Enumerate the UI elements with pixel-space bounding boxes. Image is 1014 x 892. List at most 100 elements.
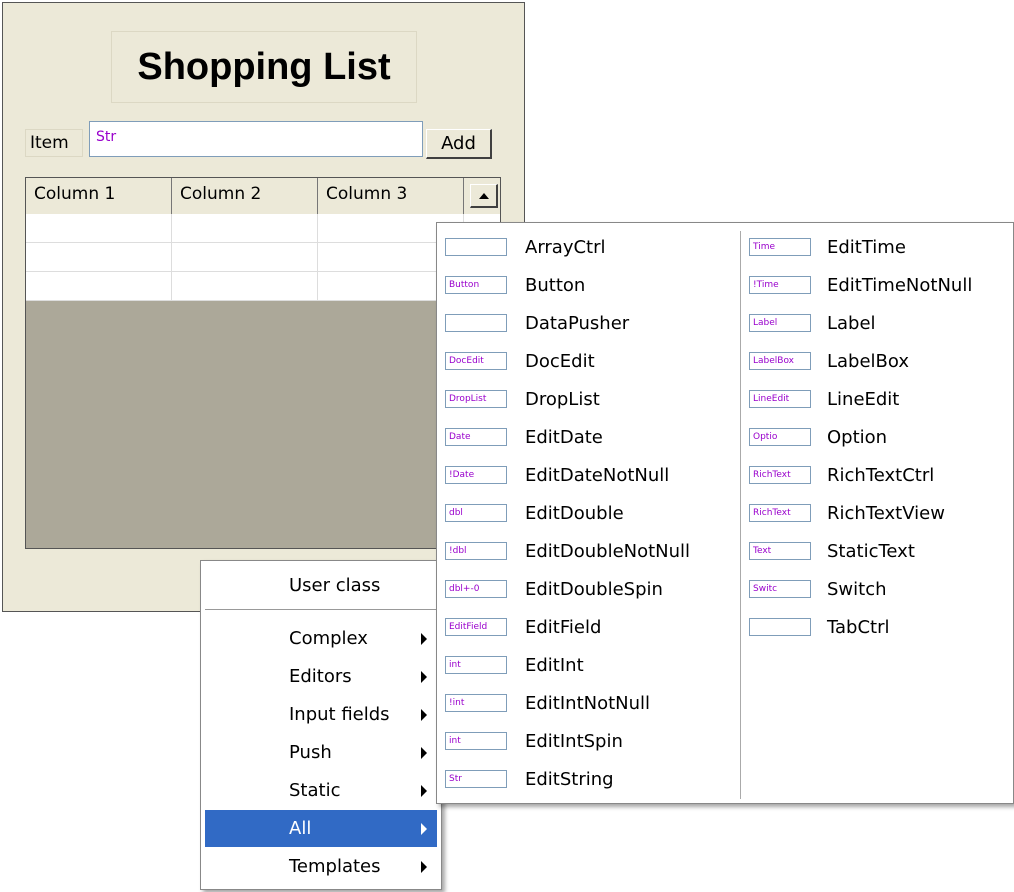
- editdatenotnull-icon: !Date: [445, 466, 507, 484]
- editfield-icon: EditField: [445, 618, 507, 636]
- submenu-item-label: EditDateNotNull: [525, 465, 670, 486]
- submenu-item-option[interactable]: Optio Option: [741, 419, 1014, 457]
- submenu-arrow-icon: [421, 633, 427, 645]
- submenu-item-richtextview[interactable]: RichText RichTextView: [741, 495, 1014, 533]
- table-cell[interactable]: [172, 272, 318, 300]
- submenu-item-edittime[interactable]: Time EditTime: [741, 229, 1014, 267]
- submenu-item-labelbox[interactable]: LabelBox LabelBox: [741, 343, 1014, 381]
- submenu-item-label: EditDoubleSpin: [525, 579, 663, 600]
- submenu-item-statictext[interactable]: Text StaticText: [741, 533, 1014, 571]
- widget-submenu: ArrayCtrl Button Button DataPusher DocEdit Do…: [436, 222, 1014, 804]
- menu-item-label: Editors: [289, 666, 352, 687]
- option-icon: Optio: [749, 428, 811, 446]
- richtextview-icon: RichText: [749, 504, 811, 522]
- submenu-item-label: ArrayCtrl: [525, 237, 606, 258]
- page-title: Shopping List: [137, 45, 391, 88]
- submenu-item-button[interactable]: Button Button: [437, 267, 727, 305]
- menu-item-label: Complex: [289, 628, 368, 649]
- item-label[interactable]: Item: [25, 129, 83, 157]
- table-cell[interactable]: [26, 214, 172, 242]
- menu-item-user-class[interactable]: User class: [205, 567, 437, 604]
- submenu-item-tabctrl[interactable]: TabCtrl: [741, 609, 1014, 647]
- item-input[interactable]: Str: [89, 121, 423, 157]
- menu-item-static[interactable]: Static: [205, 772, 437, 809]
- menu-item-complex[interactable]: Complex: [205, 620, 437, 657]
- submenu-item-docedit[interactable]: DocEdit DocEdit: [437, 343, 727, 381]
- submenu-arrow-icon: [421, 861, 427, 873]
- editstring-icon: Str: [445, 770, 507, 788]
- submenu-item-switch[interactable]: Switc Switch: [741, 571, 1014, 609]
- submenu-item-label: DropList: [525, 389, 600, 410]
- editdate-icon: Date: [445, 428, 507, 446]
- title-label-box[interactable]: Shopping List: [111, 31, 417, 103]
- table-row[interactable]: [26, 272, 500, 301]
- menu-item-label: User class: [289, 575, 381, 596]
- table-row[interactable]: [26, 214, 500, 243]
- tabctrl-icon: [749, 618, 811, 636]
- submenu-item-editdatenotnull[interactable]: !Date EditDateNotNull: [437, 457, 727, 495]
- editdoublenotnull-icon: !dbl: [445, 542, 507, 560]
- labelbox-icon: LabelBox: [749, 352, 811, 370]
- menu-item-input-fields[interactable]: Input fields: [205, 696, 437, 733]
- table-row[interactable]: [26, 243, 500, 272]
- menu-item-all[interactable]: All: [205, 810, 437, 847]
- submenu-item-edittimenotnull[interactable]: !Time EditTimeNotNull: [741, 267, 1014, 305]
- submenu-arrow-icon: [421, 747, 427, 759]
- column-header[interactable]: Column 2: [172, 178, 318, 214]
- edittimenotnull-icon: !Time: [749, 276, 811, 294]
- column-header[interactable]: Column 3: [318, 178, 464, 214]
- submenu-item-label: DocEdit: [525, 351, 595, 372]
- submenu-item-label[interactable]: Label Label: [741, 305, 1014, 343]
- editintnotnull-icon: !int: [445, 694, 507, 712]
- submenu-item-arrayctrl[interactable]: ArrayCtrl: [437, 229, 727, 267]
- submenu-item-label: DataPusher: [525, 313, 630, 334]
- submenu-item-editfield[interactable]: EditField EditField: [437, 609, 727, 647]
- submenu-item-label: EditField: [525, 617, 602, 638]
- submenu-item-datapusher[interactable]: DataPusher: [437, 305, 727, 343]
- shopping-grid[interactable]: Column 1 Column 2 Column 3: [25, 177, 501, 549]
- submenu-item-label: Label: [827, 313, 876, 334]
- editdouble-icon: dbl: [445, 504, 507, 522]
- add-button[interactable]: Add: [426, 129, 492, 159]
- submenu-arrow-icon: [421, 785, 427, 797]
- table-cell[interactable]: [26, 243, 172, 271]
- submenu-arrow-icon: [421, 709, 427, 721]
- submenu-item-label: Button: [525, 275, 586, 296]
- submenu-item-editintspin[interactable]: int EditIntSpin: [437, 723, 727, 761]
- submenu-item-editdate[interactable]: Date EditDate: [437, 419, 727, 457]
- context-menu: User class Complex Editors Input fields …: [200, 560, 442, 890]
- table-cell[interactable]: [172, 214, 318, 242]
- submenu-item-lineedit[interactable]: LineEdit LineEdit: [741, 381, 1014, 419]
- submenu-item-droplist[interactable]: DropList DropList: [437, 381, 727, 419]
- label-icon: Label: [749, 314, 811, 332]
- docedit-icon: DocEdit: [445, 352, 507, 370]
- button-icon: Button: [445, 276, 507, 294]
- submenu-item-richtextctrl[interactable]: RichText RichTextCtrl: [741, 457, 1014, 495]
- editdoublespin-icon: dbl+-0: [445, 580, 507, 598]
- editint-icon: int: [445, 656, 507, 674]
- column-header[interactable]: Column 1: [26, 178, 172, 214]
- submenu-item-label: StaticText: [827, 541, 915, 562]
- submenu-item-label: EditIntNotNull: [525, 693, 651, 714]
- menu-item-push[interactable]: Push: [205, 734, 437, 771]
- menu-item-editors[interactable]: Editors: [205, 658, 437, 695]
- table-cell[interactable]: [26, 272, 172, 300]
- submenu-item-label: EditDouble: [525, 503, 624, 524]
- richtextctrl-icon: RichText: [749, 466, 811, 484]
- submenu-item-editdoublespin[interactable]: dbl+-0 EditDoubleSpin: [437, 571, 727, 609]
- submenu-item-label: Option: [827, 427, 888, 448]
- submenu-item-editint[interactable]: int EditInt: [437, 647, 727, 685]
- submenu-item-editdoublenotnull[interactable]: !dbl EditDoubleNotNull: [437, 533, 727, 571]
- grid-rows: [26, 214, 500, 301]
- submenu-item-editdouble[interactable]: dbl EditDouble: [437, 495, 727, 533]
- submenu-item-label: EditString: [525, 769, 614, 790]
- submenu-item-editstring[interactable]: Str EditString: [437, 761, 727, 799]
- menu-item-label: Input fields: [289, 704, 390, 725]
- arrayctrl-icon: [445, 238, 507, 256]
- scroll-up-button[interactable]: [470, 184, 498, 208]
- menu-item-templates[interactable]: Templates: [205, 848, 437, 885]
- submenu-item-label: EditDoubleNotNull: [525, 541, 691, 562]
- table-cell[interactable]: [172, 243, 318, 271]
- submenu-item-editintnotnull[interactable]: !int EditIntNotNull: [437, 685, 727, 723]
- menu-separator: [205, 609, 437, 611]
